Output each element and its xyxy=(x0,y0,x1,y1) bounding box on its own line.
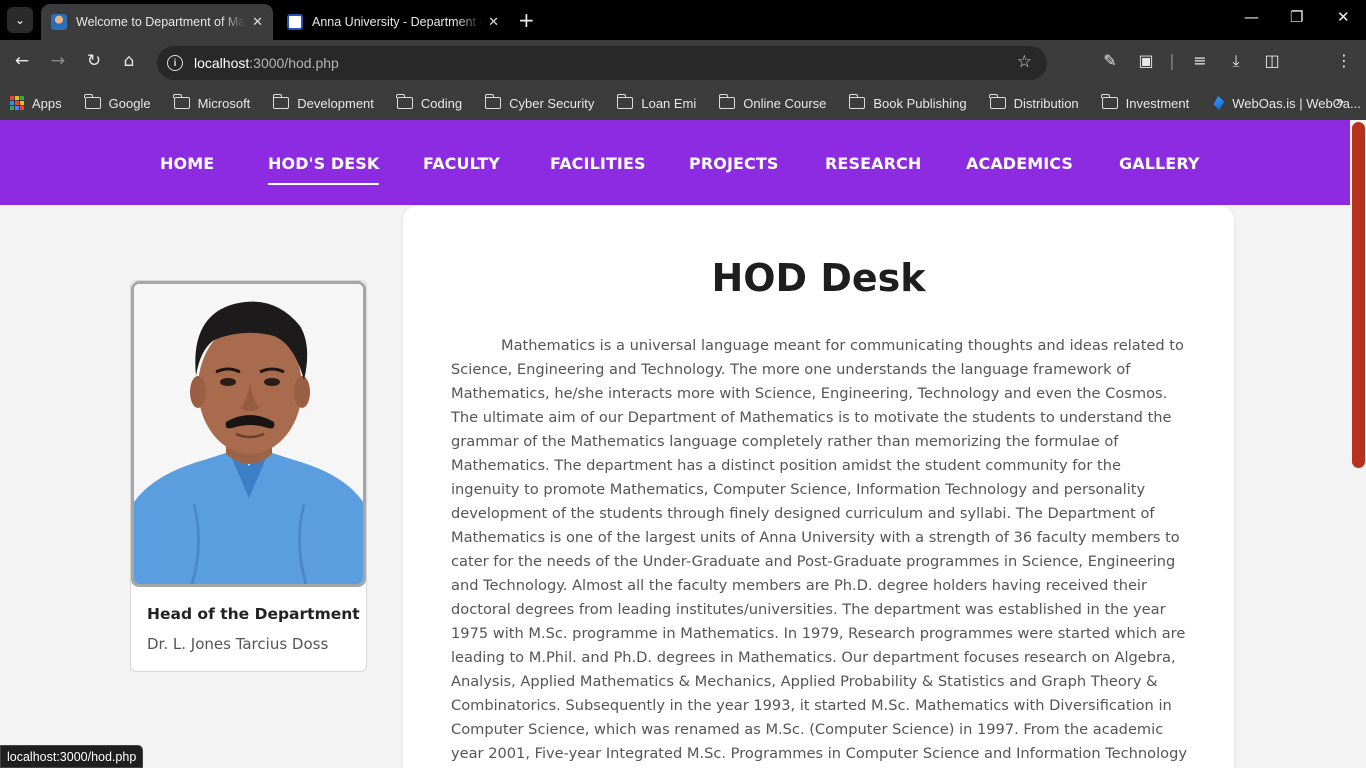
forward-button[interactable]: → xyxy=(46,51,70,71)
bookmark-folder[interactable]: Google xyxy=(84,94,151,111)
nav-projects[interactable]: PROJECTS xyxy=(689,154,779,173)
bookmark-label: Book Publishing xyxy=(873,95,967,111)
hod-photo xyxy=(131,281,366,587)
arrow-right-icon: → xyxy=(50,51,66,71)
folder-icon xyxy=(173,94,190,109)
folder-icon xyxy=(84,94,101,109)
nav-academics[interactable]: ACADEMICS xyxy=(966,154,1073,173)
link-status-bubble: localhost:3000/hod.php xyxy=(0,745,144,768)
profile-name: Dr. L. Jones Tarcius Doss xyxy=(147,635,329,653)
url-text[interactable]: localhost:3000/hod.php xyxy=(194,55,339,71)
eyedropper-icon[interactable]: ✎ xyxy=(1098,51,1122,70)
apps-grid-icon xyxy=(10,96,24,110)
profile-role: Head of the Department xyxy=(147,605,360,623)
puzzle-icon[interactable]: ▣ xyxy=(1134,51,1158,70)
chevron-down-icon: ⌄ xyxy=(14,13,26,27)
bookmark-label: Coding xyxy=(420,95,463,111)
bookmark-folder[interactable]: Coding xyxy=(396,94,463,111)
tab-strip: ⌄ Welcome to Department of Mathematics ✕… xyxy=(0,0,1366,40)
bookmark-label: Distribution xyxy=(1013,95,1079,111)
bookmark-folder[interactable]: Book Publishing xyxy=(848,94,967,111)
star-icon[interactable]: ☆ xyxy=(1017,52,1032,72)
tab-search-button[interactable]: ⌄ xyxy=(7,7,33,33)
url-host: localhost xyxy=(194,55,250,71)
nav-hods-desk[interactable]: HOD'S DESK xyxy=(268,154,380,185)
reload-icon: ↻ xyxy=(86,51,102,71)
folder-icon xyxy=(989,94,1006,109)
folder-icon xyxy=(272,94,290,109)
side-panel-icon[interactable]: ◫ xyxy=(1260,51,1284,70)
nav-gallery[interactable]: GALLERY xyxy=(1119,154,1200,173)
restore-button[interactable]: ❐ xyxy=(1290,8,1303,26)
nav-research[interactable]: RESEARCH xyxy=(825,154,921,173)
bookmark-label: Cyber Security xyxy=(509,95,595,111)
bookmark-folder[interactable]: Development xyxy=(272,94,374,111)
bookmark-label: Google xyxy=(108,95,151,111)
home-icon: ⌂ xyxy=(123,51,135,71)
tab-title: Welcome to Department of Mathematics xyxy=(76,15,246,29)
hod-message-text: Mathematics is a universal language mean… xyxy=(451,337,1187,762)
folder-icon xyxy=(396,94,413,109)
person-favicon-icon xyxy=(51,14,67,30)
hod-profile-card: Head of the Department Dr. L. Jones Tarc… xyxy=(130,280,367,672)
double-chevron-right-icon[interactable]: » xyxy=(1336,93,1344,110)
folder-icon xyxy=(616,94,634,109)
menu-kebab-icon[interactable]: ⋮ xyxy=(1332,51,1356,70)
reload-button[interactable]: ↻ xyxy=(82,51,106,71)
bookmark-folder[interactable]: Microsoft xyxy=(173,94,251,111)
browser-toolbar: ← → ↻ ⌂ i localhost:3000/hod.php ☆ 6 ✎ ▣… xyxy=(0,40,1366,114)
web-page: HOME HOD'S DESK FACULTY FACILITIES PROJE… xyxy=(0,120,1366,768)
minimize-button[interactable]: — xyxy=(1244,8,1259,26)
download-icon[interactable]: ⤓ xyxy=(1224,51,1248,71)
bookmarks-bar: Apps Google Microsoft Development Coding… xyxy=(0,86,1366,120)
bookmark-folder[interactable]: Investment xyxy=(1101,94,1190,111)
bookmark-folder[interactable]: Distribution xyxy=(989,94,1079,111)
bookmark-apps[interactable]: Apps xyxy=(10,96,62,111)
nav-facilities[interactable]: FACILITIES xyxy=(550,154,646,173)
page-title: HOD Desk xyxy=(711,256,926,300)
new-tab-button[interactable]: + xyxy=(518,8,535,32)
bookmark-folder[interactable]: Cyber Security xyxy=(484,94,595,111)
address-bar[interactable]: i localhost:3000/hod.php ☆ xyxy=(157,46,1047,80)
bookmark-label: Investment xyxy=(1125,95,1190,111)
hod-portrait-image xyxy=(134,284,363,584)
close-icon[interactable]: ✕ xyxy=(252,14,263,30)
folder-icon xyxy=(1101,94,1118,109)
folder-icon xyxy=(718,94,736,109)
scrollbar-thumb[interactable] xyxy=(1352,122,1365,468)
bookmark-folder[interactable]: Online Course xyxy=(718,94,827,111)
close-window-button[interactable]: ✕ xyxy=(1337,8,1350,26)
home-button[interactable]: ⌂ xyxy=(117,51,141,71)
bookmark-label: Loan Emi xyxy=(641,95,697,111)
weboasis-icon xyxy=(1213,96,1225,110)
info-icon[interactable]: i xyxy=(167,55,183,71)
university-favicon-icon xyxy=(287,14,303,30)
bookmark-folder[interactable]: Loan Emi xyxy=(616,94,697,111)
bookmark-label: Development xyxy=(297,95,374,111)
main-navbar: HOME HOD'S DESK FACULTY FACILITIES PROJE… xyxy=(0,120,1366,205)
close-icon[interactable]: ✕ xyxy=(488,14,499,30)
nav-faculty[interactable]: FACULTY xyxy=(423,154,500,173)
bookmark-label: Apps xyxy=(32,95,62,111)
bookmark-label: Microsoft xyxy=(197,95,251,111)
hod-desk-card: HOD Desk Mathematics is a universal lang… xyxy=(403,206,1234,768)
bookmark-label: Online Course xyxy=(743,95,827,111)
folder-icon xyxy=(848,94,866,109)
tab-welcome[interactable]: Welcome to Department of Mathematics ✕ xyxy=(41,4,273,40)
reading-list-icon[interactable]: ≡ xyxy=(1188,51,1212,70)
folder-icon xyxy=(484,94,502,109)
nav-home[interactable]: HOME xyxy=(160,154,214,173)
tab-anna-university[interactable]: Anna University - Department of Mathemat… xyxy=(277,4,509,40)
back-button[interactable]: ← xyxy=(10,51,34,71)
toolbar-divider: | xyxy=(1169,51,1175,70)
tab-title: Anna University - Department of Mathemat… xyxy=(312,15,482,29)
url-path: :3000/hod.php xyxy=(249,55,339,71)
arrow-left-icon: ← xyxy=(14,51,30,71)
page-scrollbar[interactable] xyxy=(1350,120,1366,768)
